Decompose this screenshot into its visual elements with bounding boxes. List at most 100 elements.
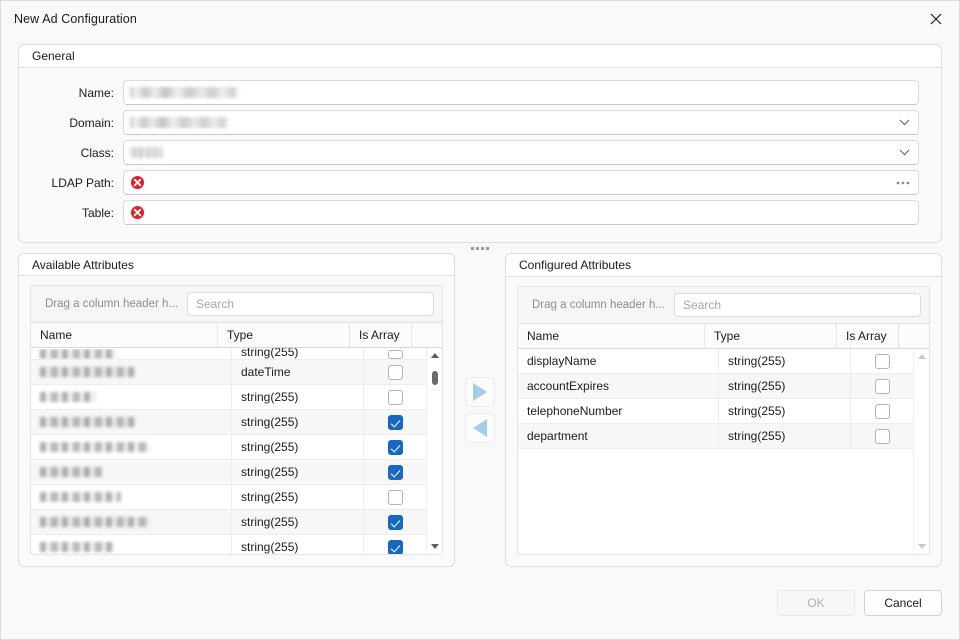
configured-search-input[interactable] (673, 293, 921, 317)
available-grid-viewport: string(255) dateTime string(255) string(… (31, 348, 442, 554)
scroll-track[interactable] (427, 363, 442, 539)
is-array-checkbox[interactable] (387, 539, 403, 554)
ldap-path-field[interactable] (123, 170, 919, 195)
scroll-thumb[interactable] (432, 371, 438, 386)
is-array-checkbox[interactable] (387, 514, 403, 530)
configured-group-header: Configured Attributes (506, 254, 941, 277)
configured-column-header-type[interactable]: Type (705, 324, 837, 348)
table-row[interactable]: string(255) (31, 410, 426, 436)
scroll-up-icon[interactable] (427, 348, 442, 363)
general-groupbox: General Name: Domain: Class: LDAP Path: … (18, 44, 942, 243)
is-array-checkbox[interactable] (387, 489, 403, 505)
row-name-redacted (40, 417, 136, 428)
chevron-down-icon[interactable] (899, 111, 910, 134)
row-type-cell: string(255) (232, 435, 364, 460)
row-name-cell (31, 485, 232, 510)
class-combobox[interactable] (123, 140, 919, 165)
configured-column-header-name[interactable]: Name (518, 324, 705, 348)
configured-drag-hint: Drag a column header h... (532, 299, 665, 311)
is-array-checkbox[interactable] (874, 378, 890, 394)
row-is-array-cell (364, 510, 426, 534)
row-type-cell: string(255) (719, 399, 851, 423)
scroll-track[interactable] (914, 364, 929, 539)
ellipsis-icon[interactable] (896, 171, 910, 194)
row-name-cell (31, 535, 232, 554)
row-type-cell: string(255) (232, 460, 364, 485)
form-row-ldap-path: LDAP Path: (41, 170, 919, 195)
row-type-cell: string(255) (232, 410, 364, 435)
is-array-checkbox[interactable] (387, 464, 403, 480)
row-name-cell (31, 385, 232, 410)
is-array-checkbox[interactable] (387, 389, 403, 405)
row-is-array-cell (364, 350, 426, 360)
table-row[interactable]: dateTime (31, 360, 426, 386)
row-name-cell: accountExpires (518, 374, 719, 398)
scroll-down-icon[interactable] (914, 539, 929, 554)
is-array-checkbox[interactable] (874, 353, 890, 369)
form-row-domain: Domain: (41, 110, 919, 135)
configured-vertical-scrollbar[interactable] (913, 349, 929, 554)
is-array-checkbox[interactable] (874, 428, 890, 444)
add-attribute-button[interactable] (465, 377, 495, 407)
row-type-cell: string(255) (232, 510, 364, 535)
horizontal-splitter[interactable] (1, 243, 959, 253)
general-group-header: General (19, 45, 941, 68)
configured-group-title: Configured Attributes (519, 258, 632, 272)
domain-combobox[interactable] (123, 110, 919, 135)
title-bar: New Ad Configuration (1, 1, 959, 37)
window-title: New Ad Configuration (14, 12, 137, 26)
available-column-header-pad (412, 323, 442, 347)
table-row[interactable]: string(255) (31, 485, 426, 511)
available-column-header-is-array[interactable]: Is Array (350, 323, 412, 348)
chevron-down-icon[interactable] (899, 141, 910, 164)
configured-attributes-groupbox: Configured Attributes Drag a column head… (505, 253, 942, 567)
name-value-redacted (130, 87, 238, 98)
table-row[interactable]: string(255) (31, 535, 426, 554)
row-type-cell: string(255) (719, 349, 851, 373)
available-column-header-name[interactable]: Name (31, 323, 218, 348)
error-icon (130, 205, 145, 220)
table-row[interactable]: string(255) (31, 460, 426, 486)
table-row[interactable]: displayName string(255) (518, 349, 913, 374)
is-array-checkbox[interactable] (387, 364, 403, 380)
available-vertical-scrollbar[interactable] (426, 348, 442, 554)
cancel-button[interactable]: Cancel (864, 590, 942, 616)
row-name-cell (31, 349, 232, 360)
table-field[interactable] (123, 200, 919, 225)
table-row[interactable]: string(255) (31, 510, 426, 536)
table-row[interactable]: telephoneNumber string(255) (518, 399, 913, 424)
row-is-array-cell (851, 349, 913, 373)
row-type-cell: string(255) (232, 385, 364, 410)
row-is-array-cell (364, 435, 426, 459)
table-row[interactable]: accountExpires string(255) (518, 374, 913, 399)
close-button[interactable] (913, 3, 959, 35)
name-field[interactable] (123, 80, 919, 105)
ok-button[interactable]: OK (777, 590, 855, 616)
configured-column-header-is-array[interactable]: Is Array (837, 324, 899, 348)
table-label: Table: (81, 205, 114, 220)
scroll-down-icon[interactable] (427, 539, 442, 554)
configured-grid: Drag a column header h... Name Type Is A… (517, 286, 930, 555)
row-name-cell (31, 435, 232, 460)
form-row-name: Name: (41, 80, 919, 105)
available-column-header-type[interactable]: Type (218, 323, 350, 348)
available-search-input[interactable] (186, 292, 434, 317)
remove-attribute-button[interactable] (465, 413, 495, 443)
table-row[interactable]: string(255) (31, 435, 426, 461)
is-array-checkbox[interactable] (874, 403, 890, 419)
arrow-right-icon (473, 383, 487, 401)
class-value-redacted (130, 147, 163, 158)
scroll-up-icon[interactable] (914, 349, 929, 364)
row-type-cell: string(255) (232, 485, 364, 510)
row-name-redacted (40, 442, 150, 453)
table-row[interactable]: department string(255) (518, 424, 913, 449)
is-array-checkbox[interactable] (387, 350, 403, 360)
row-name-cell: displayName (518, 349, 719, 373)
table-row[interactable]: string(255) (31, 385, 426, 411)
row-name-redacted (40, 367, 135, 378)
is-array-checkbox[interactable] (387, 414, 403, 430)
table-row[interactable]: string(255) (31, 348, 426, 361)
is-array-checkbox[interactable] (387, 439, 403, 455)
row-is-array-cell (364, 460, 426, 484)
row-type-cell: string(255) (719, 374, 851, 398)
